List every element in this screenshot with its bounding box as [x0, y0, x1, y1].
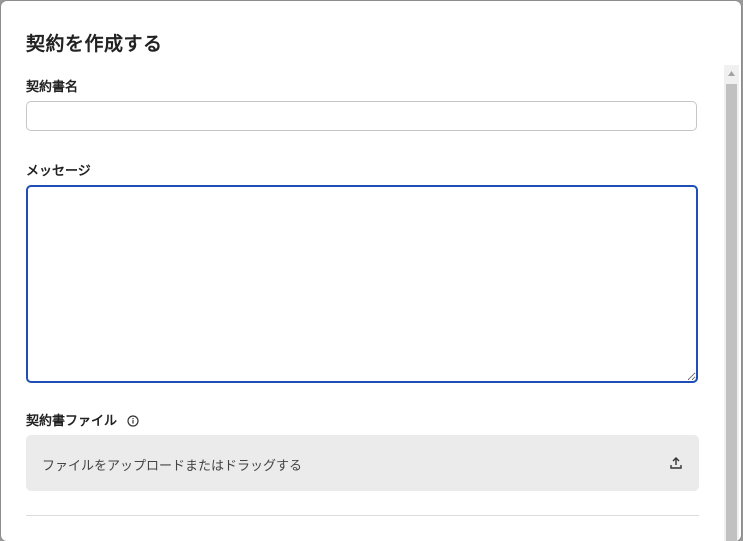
info-circle-icon[interactable] — [126, 415, 139, 431]
message-label: メッセージ — [26, 164, 91, 179]
vertical-scrollbar[interactable] — [724, 65, 739, 541]
message-textarea[interactable] — [26, 185, 698, 383]
contract-file-label-row: 契約書ファイル — [26, 410, 139, 431]
dialog-title: 契約を作成する — [26, 33, 163, 55]
section-divider — [26, 515, 699, 516]
upload-icon[interactable] — [669, 455, 683, 469]
dialog-body: 契約書名 メッセージ 契約書ファイル ファイルをアップロードまたはドラッグする — [1, 65, 741, 541]
scrollbar-thumb[interactable] — [726, 84, 737, 541]
contract-name-input[interactable] — [26, 101, 697, 131]
contract-file-label: 契約書ファイル — [26, 414, 118, 429]
upload-prompt-text: ファイルをアップロードまたはドラッグする — [42, 459, 303, 474]
triangle-up-icon[interactable] — [724, 65, 739, 82]
contract-name-label: 契約書名 — [26, 80, 79, 95]
file-upload-dropzone[interactable]: ファイルをアップロードまたはドラッグする — [26, 435, 699, 491]
create-contract-dialog: 契約を作成する 契約書名 メッセージ 契約書ファイル ファイルをアップロードまた… — [1, 1, 741, 541]
